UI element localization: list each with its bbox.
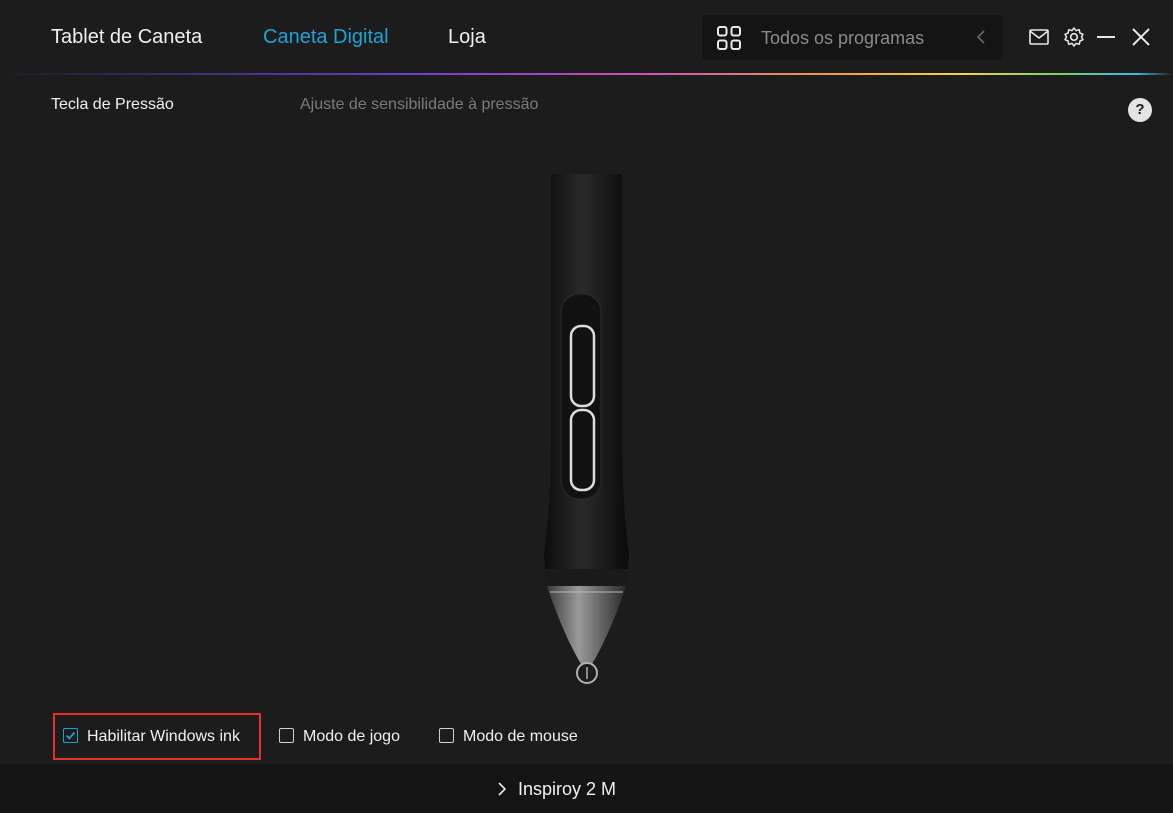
mouse-mode-option[interactable]: Modo de mouse	[439, 728, 578, 746]
mail-icon[interactable]	[1028, 26, 1050, 48]
game-mode-checkbox[interactable]	[279, 728, 294, 743]
pressure-sensitivity-label[interactable]: Ajuste de sensibilidade à pressão	[300, 96, 538, 114]
mouse-mode-checkbox[interactable]	[439, 728, 454, 743]
tab-tablet-de-caneta[interactable]: Tablet de Caneta	[51, 26, 202, 49]
pressure-key-label[interactable]: Tecla de Pressão	[51, 96, 174, 114]
device-name: Inspiroy 2 M	[518, 779, 617, 799]
mouse-mode-label: Modo de mouse	[463, 728, 578, 745]
tab-caneta-digital[interactable]: Caneta Digital	[263, 26, 389, 49]
program-selector[interactable]: Todos os programas	[702, 15, 1003, 60]
pen-illustration	[544, 174, 629, 684]
tab-loja[interactable]: Loja	[448, 26, 486, 49]
game-mode-option[interactable]: Modo de jogo	[279, 728, 400, 746]
gear-icon[interactable]	[1063, 26, 1085, 48]
device-selector[interactable]: Inspiroy 2 M	[496, 779, 616, 800]
help-button[interactable]: ?	[1128, 98, 1152, 122]
minimize-icon[interactable]	[1095, 26, 1117, 48]
header-divider	[0, 73, 1173, 75]
highlight-box	[53, 713, 261, 760]
close-icon[interactable]	[1130, 26, 1152, 48]
program-selector-label: Todos os programas	[761, 28, 925, 48]
chevron-right-icon	[498, 782, 507, 796]
game-mode-label: Modo de jogo	[303, 728, 400, 745]
chevron-left-icon[interactable]	[974, 27, 988, 47]
footer-bar: Inspiroy 2 M	[0, 764, 1173, 813]
apps-grid-icon	[717, 26, 741, 50]
top-bar: Tablet de Caneta Caneta Digital Loja Tod…	[0, 0, 1173, 74]
